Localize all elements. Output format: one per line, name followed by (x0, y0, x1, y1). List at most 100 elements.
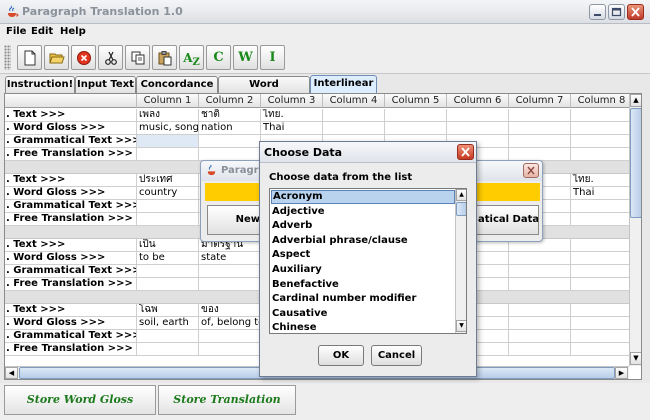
column-header[interactable]: Column 4 (323, 94, 385, 108)
free-translation-cell[interactable] (571, 343, 629, 356)
column-header[interactable]: Column 2 (199, 94, 261, 108)
free-translation-cell[interactable] (571, 148, 629, 161)
grammatical-cell[interactable] (137, 135, 199, 148)
scroll-right-icon[interactable]: ▶ (615, 367, 628, 379)
column-header[interactable]: Column 6 (447, 94, 509, 108)
list-item[interactable]: Chinese (271, 321, 455, 333)
list-item[interactable]: Adjective (271, 205, 455, 219)
free-translation-cell[interactable] (509, 278, 571, 291)
free-translation-cell[interactable] (199, 278, 261, 291)
grammatical-cell[interactable] (199, 135, 261, 148)
word-gloss-cell[interactable] (509, 317, 571, 330)
column-header[interactable]: Column 1 (137, 94, 199, 108)
grammatical-cell[interactable] (571, 330, 629, 343)
toolbar-grip[interactable] (4, 45, 11, 70)
list-item[interactable]: Acronym (271, 190, 455, 204)
grammatical-cell[interactable] (571, 135, 629, 148)
word-gloss-cell[interactable] (571, 252, 629, 265)
grammatical-cell[interactable] (509, 330, 571, 343)
word-gloss-cell[interactable] (447, 122, 509, 135)
text-cell[interactable]: ประเทศ (137, 174, 199, 187)
list-scroll-down-icon[interactable]: ▼ (456, 320, 466, 332)
sort-az-button[interactable]: AZ (179, 45, 204, 70)
background-dialog-close-button[interactable] (523, 163, 539, 178)
column-header[interactable]: Column 8 (571, 94, 629, 108)
interlinear-button[interactable]: I (260, 45, 285, 70)
word-gloss-cell[interactable] (571, 317, 629, 330)
grammatical-cell[interactable] (199, 265, 261, 278)
word-gloss-cell[interactable]: music, song (137, 122, 199, 135)
new-file-button[interactable] (17, 45, 42, 70)
open-folder-button[interactable] (44, 45, 69, 70)
scroll-up-icon[interactable]: ▲ (630, 94, 641, 107)
text-cell[interactable]: ชาติ (199, 109, 261, 122)
data-listbox[interactable]: Acronym Adjective Adverb Adverbial phrase/c… (269, 188, 467, 334)
text-cell[interactable]: ไทย. (261, 109, 323, 122)
list-item[interactable]: Adverb (271, 219, 455, 233)
text-cell[interactable]: เป็น (137, 239, 199, 252)
free-translation-cell[interactable] (137, 278, 199, 291)
word-gloss-cell[interactable] (509, 122, 571, 135)
text-cell[interactable] (571, 239, 629, 252)
free-translation-cell[interactable] (509, 343, 571, 356)
list-item[interactable]: Causative (271, 307, 455, 321)
list-item[interactable]: Auxiliary (271, 263, 455, 277)
text-cell[interactable] (385, 109, 447, 122)
text-cell[interactable] (323, 109, 385, 122)
menu-edit[interactable]: Edit (31, 26, 53, 37)
scroll-left-icon[interactable]: ◀ (5, 367, 18, 379)
word-frequency-button[interactable]: W (233, 45, 258, 70)
column-header[interactable]: Column 3 (261, 94, 323, 108)
paste-button[interactable] (152, 45, 177, 70)
close-window-button[interactable] (627, 4, 644, 20)
grammatical-cell[interactable] (137, 265, 199, 278)
word-gloss-cell[interactable] (509, 252, 571, 265)
grammatical-cell[interactable] (509, 135, 571, 148)
store-translation-button[interactable]: Store Translation (158, 385, 296, 415)
text-cell[interactable] (571, 304, 629, 317)
word-gloss-cell[interactable] (323, 122, 385, 135)
grammatical-cell[interactable] (199, 330, 261, 343)
word-gloss-cell[interactable]: nation (199, 122, 261, 135)
word-gloss-cell[interactable]: Thai (261, 122, 323, 135)
list-item[interactable]: Cardinal number modifier (271, 292, 455, 306)
ok-button[interactable]: OK (318, 345, 364, 366)
text-cell[interactable]: ของ (199, 304, 261, 317)
list-scroll-thumb[interactable] (456, 202, 466, 216)
list-item[interactable]: Benefactive (271, 278, 455, 292)
column-header[interactable]: Column 7 (509, 94, 571, 108)
tab-instruction[interactable]: Instruction! (5, 76, 75, 93)
free-translation-cell[interactable] (571, 278, 629, 291)
text-cell[interactable] (509, 304, 571, 317)
stop-button[interactable] (71, 45, 96, 70)
scroll-down-icon[interactable]: ▼ (630, 352, 641, 365)
free-translation-cell[interactable] (571, 213, 629, 226)
tab-input-text[interactable]: Input Text (75, 76, 136, 93)
listbox-scrollbar[interactable]: ▲ ▼ (455, 189, 466, 333)
text-cell[interactable] (447, 109, 509, 122)
tab-word-frequency[interactable]: Word Frequency (218, 76, 310, 105)
vertical-scroll-thumb[interactable] (630, 108, 641, 218)
list-scroll-up-icon[interactable]: ▲ (456, 189, 466, 201)
list-item[interactable]: Aspect (271, 248, 455, 262)
grammatical-cell[interactable] (137, 330, 199, 343)
column-header[interactable]: Column 5 (385, 94, 447, 108)
tab-interlinear[interactable]: Interlinear (310, 75, 377, 93)
word-gloss-cell[interactable]: Thai (571, 187, 629, 200)
free-translation-cell[interactable] (199, 343, 261, 356)
maximize-button[interactable] (608, 4, 625, 20)
text-cell[interactable] (509, 109, 571, 122)
menu-help[interactable]: Help (60, 26, 86, 37)
grammatical-cell[interactable] (509, 265, 571, 278)
concordance-button[interactable]: C (206, 45, 231, 70)
word-gloss-cell[interactable] (571, 122, 629, 135)
text-cell[interactable]: เพลง (137, 109, 199, 122)
grammatical-cell[interactable] (137, 200, 199, 213)
free-translation-cell[interactable] (137, 343, 199, 356)
menu-file[interactable]: File (6, 26, 26, 37)
list-item[interactable]: Adverbial phrase/clause (271, 234, 455, 248)
cancel-button[interactable]: Cancel (371, 345, 422, 366)
word-gloss-cell[interactable] (385, 122, 447, 135)
grammatical-cell[interactable] (571, 200, 629, 213)
minimize-button[interactable] (589, 4, 606, 20)
